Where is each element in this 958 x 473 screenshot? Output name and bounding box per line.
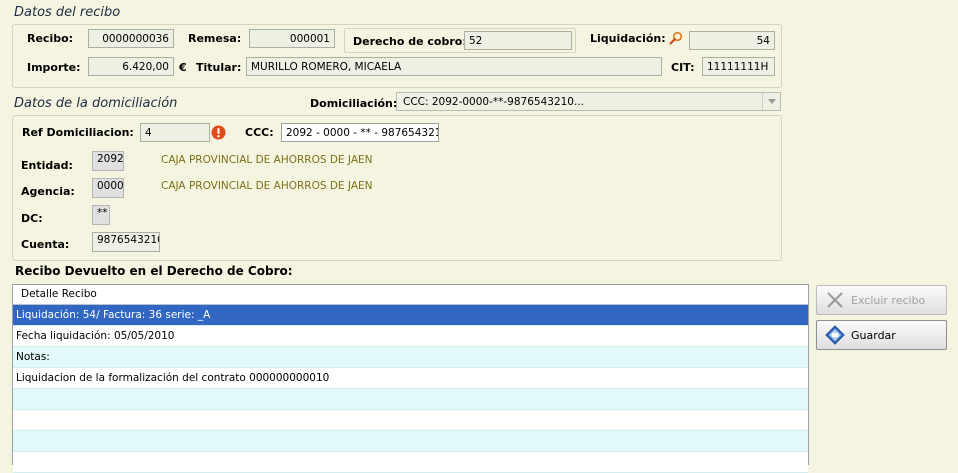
importe-label: Importe: — [27, 61, 81, 74]
cit-field[interactable]: 11111111H — [702, 57, 775, 76]
ccc-field[interactable]: 2092 - 0000 - ** - 9876543210 — [281, 123, 439, 142]
recibo-section-title: Datos del recibo — [14, 5, 121, 20]
domiciliacion-select[interactable]: CCC: 2092-0000-**-9876543210... — [396, 92, 781, 111]
magnifier-icon[interactable] — [669, 31, 683, 45]
cuenta-field[interactable]: 9876543210 — [92, 232, 160, 252]
table-row[interactable] — [13, 431, 808, 452]
dc-field[interactable]: ** — [92, 205, 110, 225]
recibo-label: Recibo: — [27, 32, 74, 45]
guardar-label: Guardar — [851, 328, 896, 342]
close-x-icon — [825, 290, 845, 310]
dc-label: DC: — [21, 212, 43, 225]
cuenta-label: Cuenta: — [21, 238, 70, 251]
save-diamond-icon — [825, 325, 845, 345]
importe-field[interactable]: 6.420,00 — [88, 57, 174, 76]
table-row[interactable]: Liquidación: 54/ Factura: 36 serie: _A — [13, 305, 808, 326]
agencia-label: Agencia: — [21, 185, 75, 198]
remesa-field[interactable]: 000001 — [249, 29, 335, 48]
agencia-field[interactable]: 0000 — [92, 178, 124, 198]
agencia-name: CAJA PROVINCIAL DE AHORROS DE JAEN — [161, 180, 373, 192]
domiciliacion-label: Domiciliación: — [310, 97, 398, 110]
ref-domiciliacion-field[interactable]: 4 — [140, 123, 210, 142]
excluir-recibo-label: Excluir recibo — [851, 293, 926, 307]
recibo-detail-grid[interactable]: Detalle Recibo Liquidación: 54/ Factura:… — [12, 284, 809, 473]
titular-label: Titular: — [196, 61, 242, 74]
domiciliacion-selected-value: CCC: 2092-0000-**-9876543210... — [403, 96, 584, 108]
ccc-label: CCC: — [245, 126, 274, 139]
liquidacion-field[interactable]: 54 — [689, 31, 775, 50]
guardar-button[interactable]: Guardar — [816, 320, 947, 350]
currency-euro: € — [179, 61, 187, 74]
grid-column-header[interactable]: Detalle Recibo — [13, 285, 808, 305]
table-row[interactable]: Fecha liquidación: 05/05/2010 — [13, 326, 808, 347]
table-row[interactable] — [13, 452, 808, 473]
table-row[interactable] — [13, 389, 808, 410]
titular-field[interactable]: MURILLO ROMERO, MICAELA — [246, 57, 662, 76]
domiciliacion-section-title: Datos de la domiciliación — [14, 96, 178, 111]
remesa-label: Remesa: — [188, 32, 242, 45]
liquidacion-label: Liquidación: — [590, 32, 666, 45]
derecho-field[interactable]: 52 — [464, 31, 572, 50]
table-row[interactable] — [13, 410, 808, 431]
exclamation-icon — [211, 125, 226, 140]
entidad-label: Entidad: — [21, 159, 73, 172]
grid-title: Recibo Devuelto en el Derecho de Cobro: — [15, 264, 293, 278]
recibo-field[interactable]: 0000000036 — [88, 29, 174, 48]
chevron-down-icon[interactable] — [762, 93, 780, 110]
excluir-recibo-button[interactable]: Excluir recibo — [816, 285, 947, 315]
entidad-name: CAJA PROVINCIAL DE AHORROS DE JAEN — [161, 154, 373, 166]
ref-domiciliacion-label: Ref Domiciliacion: — [22, 126, 134, 139]
entidad-field[interactable]: 2092 — [92, 151, 124, 171]
cit-label: CIT: — [671, 61, 695, 74]
derecho-label: Derecho de cobro: — [353, 35, 467, 48]
table-row[interactable]: Notas: — [13, 347, 808, 368]
table-row[interactable]: Liquidacion de la formalización del cont… — [13, 368, 808, 389]
